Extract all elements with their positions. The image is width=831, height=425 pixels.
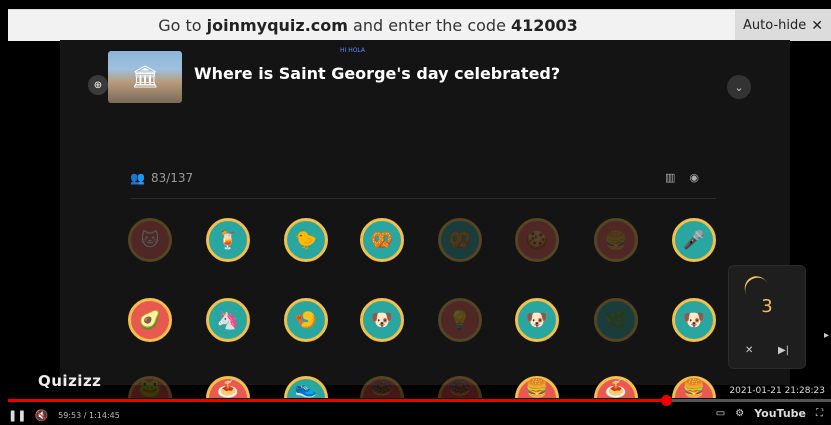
timer-controls: ✕ ▶|: [739, 343, 795, 358]
player-avatar: 🍤: [284, 298, 328, 342]
user-icon[interactable]: ◉: [689, 171, 699, 184]
timer-value: 3: [761, 296, 773, 317]
join-code: 412003: [511, 16, 578, 35]
player-avatar: 🍪: [515, 218, 559, 262]
quizizz-logo: Quizizz: [38, 372, 102, 390]
player-avatar: 🦄: [206, 298, 250, 342]
player-avatar: 🍹: [206, 218, 250, 262]
question-tag: HI HOLA: [340, 47, 366, 54]
join-middle: and enter the code: [347, 16, 511, 35]
player-avatar: 🥨: [360, 218, 404, 262]
pause-icon[interactable]: ❚❚: [8, 409, 26, 422]
player-avatar: 🥨: [438, 218, 482, 262]
view-toggles: ▥ ◉: [665, 171, 699, 184]
volume-mute-icon[interactable]: 🔇: [34, 409, 48, 422]
question-text: Where is Saint George's day celebrated?: [194, 64, 561, 83]
player-avatar: 🍔: [594, 218, 638, 262]
player-avatar: 🐶: [672, 298, 716, 342]
player-avatar: 🎤: [672, 218, 716, 262]
player-avatar: 🐶: [515, 298, 559, 342]
player-right-controls: ▭ ⚙ YouTube ⛶: [716, 407, 823, 420]
player-avatar: 🥑: [128, 298, 172, 342]
player-avatar: 🐤: [284, 218, 328, 262]
question-image[interactable]: 🏛: [108, 51, 182, 103]
fullscreen-icon[interactable]: ⛶: [816, 408, 823, 419]
settings-icon[interactable]: ⚙: [735, 408, 744, 419]
building-icon: 🏛: [131, 65, 159, 90]
player-avatar: 🌿: [594, 298, 638, 342]
join-instructions: Go to joinmyquiz.com and enter the code …: [8, 16, 728, 35]
auto-hide-label: Auto-hide: [743, 18, 807, 33]
divider: [130, 198, 716, 199]
close-icon[interactable]: ✕: [811, 18, 823, 34]
chevron-down-icon[interactable]: ⌄: [727, 75, 751, 99]
join-prefix: Go to: [158, 16, 207, 35]
auto-hide-button[interactable]: Auto-hide ✕: [735, 10, 831, 41]
join-site[interactable]: joinmyquiz.com: [207, 16, 348, 35]
answered-count: 83/137: [150, 171, 194, 185]
youtube-logo[interactable]: YouTube: [754, 407, 806, 420]
progress-fill: [8, 399, 667, 402]
zoom-in-icon[interactable]: ⊕: [88, 75, 108, 95]
timer-panel: 3 ✕ ▶|: [728, 265, 806, 369]
player-controls: ❚❚ 🔇 59:53 / 1:14:45 ▭ ⚙ YouTube ⛶: [8, 405, 831, 425]
users-icon: 👥: [130, 171, 145, 185]
player-avatar: 🐶: [360, 298, 404, 342]
recording-timestamp: 2021-01-21 21:28:23: [729, 386, 825, 396]
bar-chart-icon[interactable]: ▥: [665, 171, 675, 184]
player-avatar: 🐱: [128, 218, 172, 262]
join-banner: Go to joinmyquiz.com and enter the code …: [8, 9, 831, 41]
player-avatar: 💡: [438, 298, 482, 342]
mute-icon[interactable]: ✕: [739, 343, 759, 358]
skip-icon[interactable]: ▶|: [772, 343, 795, 358]
time-display: 59:53 / 1:14:45: [58, 410, 120, 420]
cursor-icon: ▸: [824, 330, 830, 341]
subtitles-icon[interactable]: ▭: [716, 408, 725, 419]
players-answered: 👥 83/137: [130, 171, 193, 185]
progress-bar[interactable]: [8, 395, 831, 406]
